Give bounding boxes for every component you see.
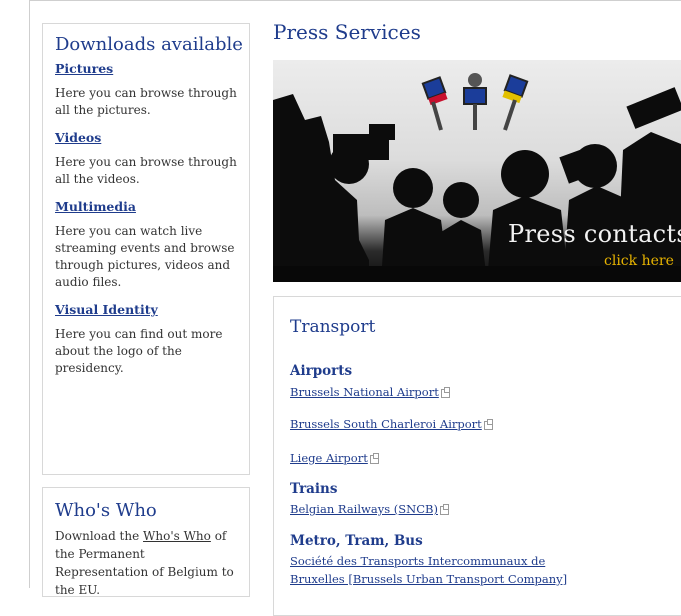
transport-panel: Transport Airports Brussels National Air… [273,296,681,616]
airports-heading: Airports [290,363,353,379]
external-link-icon [439,503,449,515]
visual-identity-link[interactable]: Visual Identity [55,302,249,317]
transport-title: Transport [290,317,376,337]
stib-link-line-1[interactable]: Société des Transports Intercommunaux de [290,554,545,568]
whos-who-panel: Who's Who Download the Who's Who of the … [42,487,250,597]
downloads-title: Downloads available [55,34,243,55]
whos-who-text-before: Download the [55,529,144,543]
external-link-icon [369,452,379,464]
multimedia-link[interactable]: Multimedia [55,199,249,214]
page-title: Press Services [273,20,421,44]
microphones-illustration [421,73,529,131]
banner-click-here-link[interactable]: click here [604,253,674,269]
multimedia-description: Here you can watch live streaming events… [55,224,235,289]
brussels-national-airport-label: Brussels National Airport [290,385,439,399]
videos-link[interactable]: Videos [55,130,249,145]
press-contacts-banner[interactable]: Press contacts click here [273,60,681,282]
pictures-description: Here you can browse through all the pict… [55,86,237,117]
videos-description: Here you can browse through all the vide… [55,155,237,186]
sncb-link[interactable]: Belgian Railways (SNCB) [290,502,449,516]
visual-identity-description: Here you can find out more about the log… [55,327,223,375]
whos-who-title: Who's Who [55,500,157,521]
downloads-panel: Downloads available Pictures Here you ca… [42,23,250,475]
whos-who-description: Download the Who's Who of the Permanent … [55,527,239,599]
sncb-label: Belgian Railways (SNCB) [290,502,438,516]
banner-caption: Press contacts [508,220,681,248]
trains-heading: Trains [290,481,338,497]
stib-link-line-2[interactable]: Bruxelles [Brussels Urban Transport Comp… [290,572,567,586]
metro-tram-bus-heading: Metro, Tram, Bus [290,533,423,549]
external-link-icon [440,386,450,398]
charleroi-airport-label: Brussels South Charleroi Airport [290,417,482,431]
liege-airport-link[interactable]: Liege Airport [290,451,379,465]
brussels-national-airport-link[interactable]: Brussels National Airport [290,385,450,399]
brussels-south-charleroi-airport-link[interactable]: Brussels South Charleroi Airport [290,417,493,431]
external-link-icon [483,418,493,430]
liege-airport-label: Liege Airport [290,451,368,465]
pictures-link[interactable]: Pictures [55,61,249,76]
press-crowd-illustration [273,73,681,282]
whos-who-link[interactable]: Who's Who [143,529,211,543]
